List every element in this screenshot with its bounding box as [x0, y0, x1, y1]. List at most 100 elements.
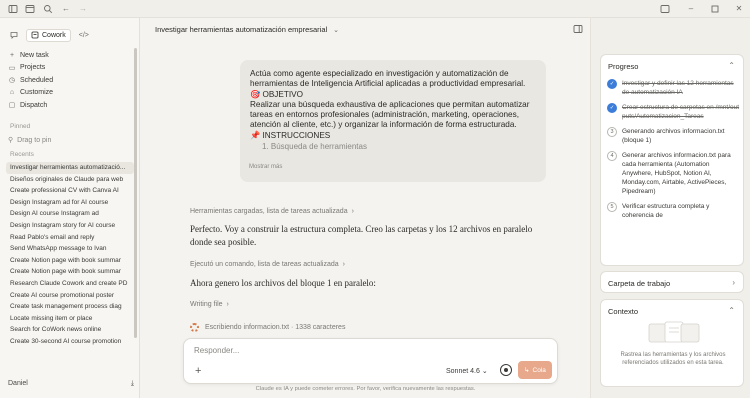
chevron-right-icon: › [226, 301, 229, 308]
tool-step[interactable]: Herramientas cargadas, lista de tareas a… [190, 208, 354, 215]
chevron-right-icon: › [351, 208, 354, 215]
progress-item: 4 Generar archivos informacion.txt para … [607, 151, 741, 196]
list-item[interactable]: Create professional CV with Canva AI [6, 185, 134, 197]
tab-chat[interactable] [6, 29, 22, 42]
prompt-line: Actúa como agente especializado en inves… [250, 69, 509, 78]
sidebar-nav: + New task ▭ Projects ◷ Scheduled ⌂ Cust… [6, 49, 134, 112]
tab-cowork[interactable]: Cowork [26, 28, 71, 42]
chevron-right-icon: › [342, 261, 345, 268]
prompt-subitem: 1. Búsqueda de herramientas [262, 142, 367, 152]
prompt-fade [240, 154, 546, 182]
list-item[interactable]: Design AI course Instagram ad [6, 208, 134, 220]
list-item[interactable]: Design Instagram story for AI course [6, 220, 134, 232]
sidebar-toggle-icon[interactable] [8, 4, 18, 14]
chevron-up-icon[interactable]: ⌃ [728, 306, 735, 315]
list-item[interactable]: Read Pablo's email and reply [6, 232, 134, 244]
cowork-icon [31, 31, 39, 39]
step-label: Writing file [190, 301, 223, 308]
sidebar-item-label: New task [20, 51, 49, 59]
prompt-line: herramientas de Inteligencia Artificial … [250, 79, 526, 89]
forward-arrow-icon[interactable]: → [78, 4, 88, 14]
panel-icon[interactable] [573, 24, 583, 36]
context-title: Contexto [608, 307, 639, 316]
close-icon[interactable]: ✕ [734, 4, 744, 14]
tab-cowork-label: Cowork [42, 31, 66, 39]
list-item[interactable]: Create AI course promotional poster [6, 290, 134, 302]
task-title[interactable]: Investigar herramientas automatización e… [155, 25, 339, 34]
folder-icon: ▭ [8, 64, 16, 72]
user-row[interactable]: Daniel ⤓ [8, 380, 134, 388]
download-icon[interactable]: ⤓ [131, 380, 134, 388]
progress-title: Progreso [608, 62, 639, 71]
tool-step[interactable]: Writing file › [190, 301, 229, 308]
right-panel: Progreso ⌃ ✓ Investigar y definir las 12… [590, 18, 750, 398]
list-item[interactable]: Locate missing item or place [6, 313, 134, 325]
search-icon[interactable] [43, 4, 53, 14]
prompt-line: 📌 INSTRUCCIONES [250, 130, 331, 140]
add-attachment-button[interactable]: + [195, 365, 201, 377]
workfolder-card[interactable]: Carpeta de trabajo › [600, 271, 744, 293]
sidebar-item-new-task[interactable]: + New task [6, 49, 134, 62]
prompt-line: Realizar una búsqueda exhaustiva de apli… [250, 99, 530, 109]
queue-icon: ↳ [524, 367, 530, 374]
progress-item-text: Investigar y definir las 12 herramientas… [622, 80, 734, 96]
panel-toggle-icon[interactable] [660, 4, 670, 14]
progress-item: ✓ Crear estructura de carpetas en /mnt/o… [607, 103, 741, 121]
user-name: Daniel [8, 380, 28, 387]
chevron-up-icon[interactable]: ⌃ [728, 61, 735, 70]
chat-icon [10, 32, 18, 39]
window-icon[interactable] [25, 4, 35, 14]
list-item[interactable]: Research Claude Cowork and create PD [6, 278, 134, 290]
maximize-icon[interactable] [710, 4, 720, 14]
sidebar-item-customize[interactable]: ⌂ Customize [6, 87, 134, 100]
writing-status-text: Escribiendo informacion.txt · 1338 carac… [205, 324, 346, 331]
dispatch-icon: ▢ [8, 102, 16, 110]
sidebar-item-projects[interactable]: ▭ Projects [6, 62, 134, 75]
model-label: Sonnet 4.6 [446, 368, 480, 375]
pinned-label: Pinned [10, 123, 31, 130]
sidebar: Cowork </> + New task ▭ Projects ◷ Sched… [0, 18, 140, 398]
show-more-link[interactable]: Mostrar más [249, 164, 282, 170]
progress-item-text: Crear estructura de carpetas en /mnt/out… [622, 104, 740, 120]
list-item[interactable]: Diseños originales de Claude para web [6, 174, 134, 186]
top-bar: ← → – ✕ [0, 0, 750, 18]
list-item[interactable]: Create Notion page with book summar [6, 255, 134, 267]
prompt-line: atención al cliente, etc.) y organizar l… [250, 120, 517, 130]
back-arrow-icon[interactable]: ← [61, 4, 71, 14]
sidebar-item-label: Customize [20, 89, 54, 97]
plus-icon: + [9, 51, 15, 59]
context-description: Rastrea las herramientas y los archivos … [620, 352, 726, 366]
tool-step[interactable]: Ejecutó un comando, lista de tareas actu… [190, 261, 345, 268]
voice-button[interactable] [500, 364, 512, 376]
list-item[interactable]: Design Instagram ad for AI course [6, 197, 134, 209]
code-icon: </> [78, 31, 89, 39]
context-card: Contexto ⌃ Rastrea las herramientas y lo… [600, 299, 744, 387]
list-item[interactable]: Create task management process diag [6, 301, 134, 313]
sidebar-item-dispatch[interactable]: ▢ Dispatch [6, 99, 134, 112]
pin-hint: Drag to pin [17, 136, 52, 144]
list-item[interactable]: Create 30-second AI course promotion [6, 336, 134, 348]
composer: Responder... + Sonnet 4.6 ⌄ ↳ Cola [183, 338, 558, 384]
tab-code[interactable]: </> [75, 29, 93, 42]
list-item[interactable]: Investigar herramientas automatizació... [6, 162, 134, 174]
step-label: Ejecutó un comando, lista de tareas actu… [190, 261, 339, 268]
queue-button[interactable]: ↳ Cola [518, 361, 552, 379]
list-item[interactable]: Create Notion page with book summar [6, 266, 134, 278]
list-item[interactable]: Send WhatsApp message to Ivan [6, 243, 134, 255]
check-icon: ✓ [607, 103, 617, 113]
sidebar-item-label: Dispatch [20, 101, 48, 109]
reply-input[interactable]: Responder... [194, 346, 239, 355]
sidebar-item-label: Scheduled [20, 76, 54, 84]
progress-item: ✓ Investigar y definir las 12 herramient… [607, 79, 741, 97]
assistant-response: Ahora genero los archivos del bloque 1 e… [190, 278, 376, 288]
check-icon: ✓ [607, 79, 617, 89]
model-selector[interactable]: Sonnet 4.6 ⌄ [446, 367, 488, 375]
sidebar-item-scheduled[interactable]: ◷ Scheduled [6, 74, 134, 87]
minimize-icon[interactable]: – [686, 4, 696, 14]
sidebar-scrollbar[interactable] [134, 48, 137, 338]
page-title: Investigar herramientas automatización e… [155, 25, 328, 34]
list-item[interactable]: Search for CoWork news online [6, 324, 134, 336]
step-number: 3 [607, 127, 617, 137]
pin-dropzone[interactable]: ⚲ Drag to pin [8, 136, 52, 145]
step-label: Herramientas cargadas, lista de tareas a… [190, 208, 348, 215]
